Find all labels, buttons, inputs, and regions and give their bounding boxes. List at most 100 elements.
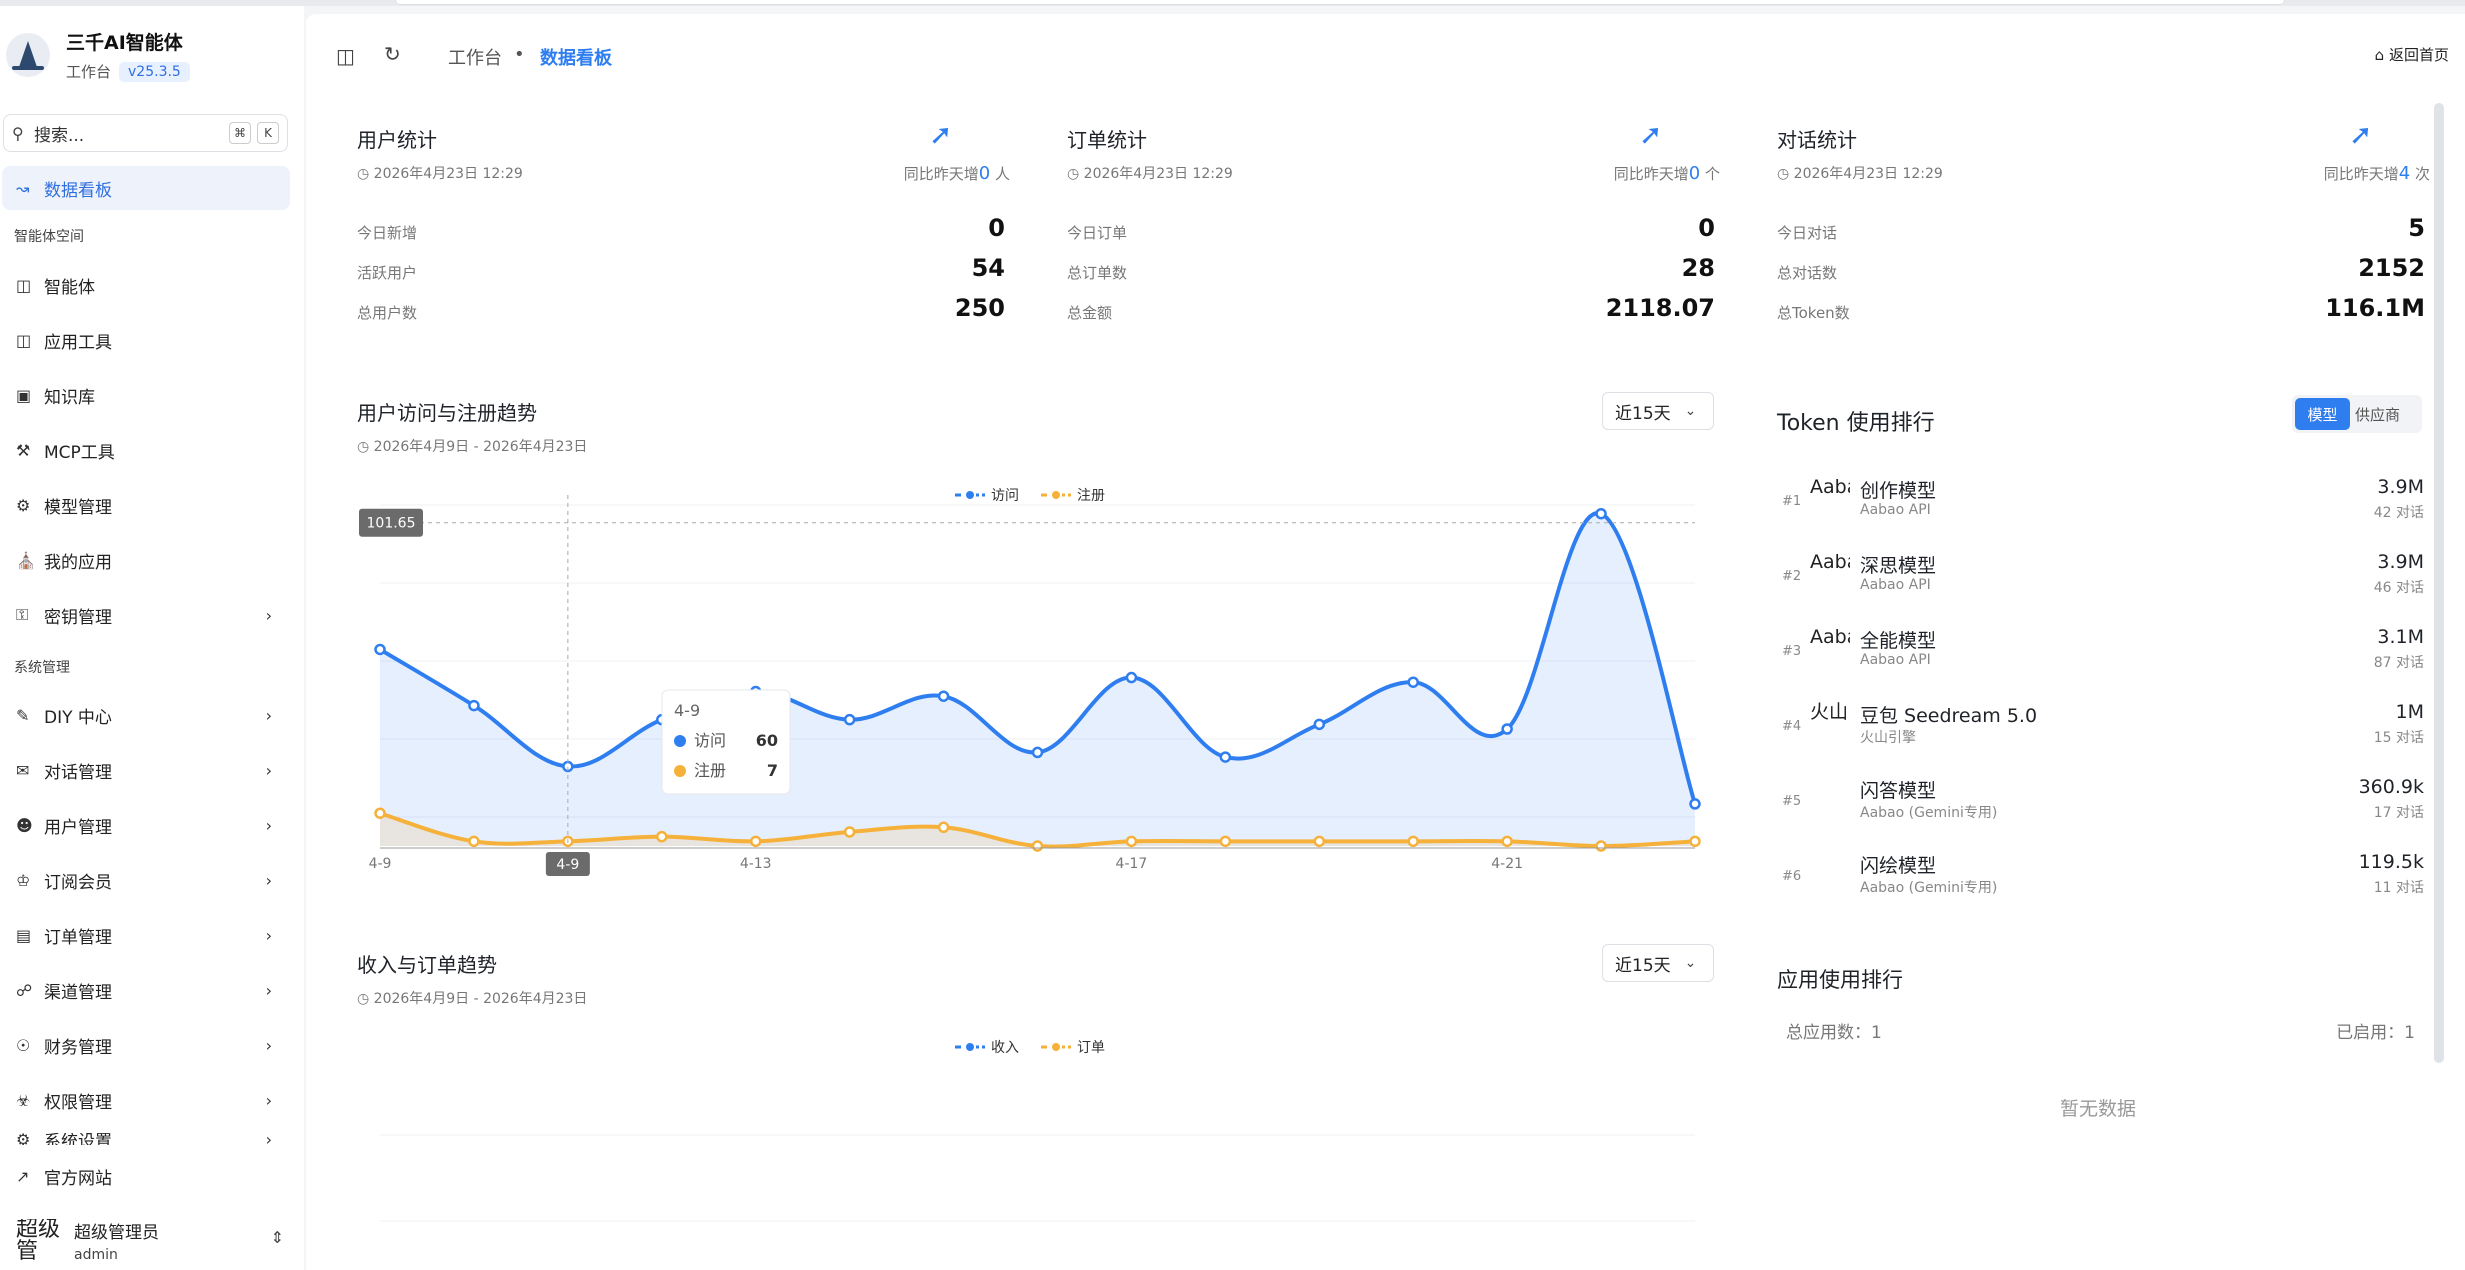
- x-tick-label: 4-17: [1116, 856, 1148, 872]
- compare-value: 0: [1688, 163, 1701, 184]
- chevron-down-icon: ⌄: [1684, 955, 1697, 971]
- chat-count: 42 对话: [2373, 505, 2424, 521]
- chart2-date-text: 2026年4月9日 - 2026年4月23日: [373, 991, 588, 1007]
- breadcrumb-workbench[interactable]: 工作台: [448, 44, 502, 70]
- legend-label: 注册: [1077, 488, 1105, 504]
- compare-prefix: 同比昨天增: [2323, 165, 2399, 183]
- model-image: Aaba: [1810, 551, 1850, 573]
- sidebar-item-settings[interactable]: ⚙ 系统设置 ›: [2, 1133, 290, 1145]
- sidebar-toggle-icon[interactable]: ◫: [336, 44, 355, 68]
- dollar-circle-icon: ☉: [16, 1035, 31, 1055]
- sidebar-item-finance[interactable]: ☉ 财务管理 ›: [2, 1023, 290, 1067]
- trending-up-icon: ➚: [2349, 118, 2373, 151]
- token-rank-item[interactable]: #1 Aaba 创作模型 Aabao API 3.9M 42 对话: [1774, 474, 2424, 534]
- legend-label: 订单: [1077, 1040, 1105, 1056]
- stat-compare: 同比昨天增0 个: [1495, 163, 1720, 184]
- user-menu[interactable]: 超级管 超级管理员 admin ⇕: [16, 1218, 296, 1264]
- chat-count: 46 对话: [2373, 580, 2424, 596]
- visits-registrations-chart[interactable]: 访问 注册4-9 4-13 4-17 4-21101.654-94-9访问 60注册 7: [340, 470, 1720, 880]
- model-provider: Aabao API: [1860, 652, 1931, 668]
- model-provider: Aabao API: [1860, 577, 1931, 593]
- cmd-key-icon: ⌘: [229, 122, 251, 144]
- tooltip-value: 60: [756, 731, 778, 750]
- refresh-icon[interactable]: ↻: [384, 42, 401, 66]
- app-total-count: 总应用数：1: [1786, 1023, 1882, 1043]
- section-label-agent: 智能体空间: [14, 229, 84, 245]
- stat-card-title: 订单统计: [1067, 128, 1147, 152]
- model-name: 深思模型: [1860, 555, 1937, 577]
- token-value: 360.9k: [2358, 776, 2424, 798]
- chevron-right-icon: ›: [265, 1090, 272, 1110]
- sidebar-item-agent[interactable]: ◫ 智能体: [2, 263, 290, 307]
- chart1-range-select[interactable]: 近15天 ⌄: [1602, 392, 1714, 430]
- chevron-right-icon: ›: [265, 815, 272, 835]
- sidebar-item-official-site[interactable]: ↗ 官方网站: [2, 1156, 290, 1196]
- sidebar-item-dashboard[interactable]: ↝ 数据看板: [2, 166, 290, 210]
- brand[interactable]: 三千AI智能体 工作台 v25.3.5: [6, 28, 190, 82]
- sailboat-logo-icon: [6, 33, 50, 77]
- chart2-range-select[interactable]: 近15天 ⌄: [1602, 944, 1714, 982]
- sidebar-item-mcp[interactable]: ⚒ MCP工具: [2, 428, 290, 472]
- model-image: Aaba: [1810, 476, 1850, 498]
- toggle-provider[interactable]: 供应商: [2350, 398, 2405, 430]
- legend-marker: [1050, 489, 1062, 501]
- search-input[interactable]: ⚲ 搜索... ⌘ K: [3, 114, 288, 152]
- clock-icon: ◷: [357, 439, 370, 455]
- revenue-orders-chart[interactable]: 收入 订单: [340, 1025, 1720, 1265]
- sidebar-item-users[interactable]: ☻ 用户管理 ›: [2, 803, 290, 847]
- clipboard-icon: ▤: [16, 925, 32, 945]
- token-rank-item[interactable]: #4 火山 豆包 Seedream 5.0 火山引擎 1M 15 对话: [1774, 699, 2424, 759]
- data-point: [749, 835, 762, 848]
- sidebar-item-label: 对话管理: [44, 762, 112, 783]
- stat-row-label: 活跃用户: [357, 264, 418, 282]
- sidebar-item-channels[interactable]: ☍ 渠道管理 ›: [2, 968, 290, 1012]
- page-scrollbar[interactable]: [2434, 103, 2444, 1063]
- chart1-title: 用户访问与注册趋势: [357, 401, 537, 425]
- stat-row-value: 5: [2408, 214, 2425, 242]
- paint-roller-icon: ✎: [16, 705, 30, 725]
- sidebar-item-subscription[interactable]: ♔ 订阅会员 ›: [2, 858, 290, 902]
- model-name: 闪绘模型: [1860, 855, 1937, 877]
- token-rank-item[interactable]: #5 闪答模型 Aabao (Gemini专用) 360.9k 17 对话: [1774, 774, 2424, 834]
- data-point: [656, 830, 668, 843]
- chevron-updown-icon: ⇕: [270, 1228, 284, 1247]
- token-rank-item[interactable]: #3 Aaba 全能模型 Aabao API 3.1M 87 对话: [1774, 624, 2424, 684]
- sidebar-item-permissions[interactable]: ☣ 权限管理 ›: [2, 1078, 290, 1122]
- sidebar-item-keys[interactable]: ⚿ 密钥管理 ›: [2, 593, 290, 637]
- back-home-button[interactable]: ⌂ 返回首页: [2375, 44, 2449, 65]
- chat-count: 11 对话: [2373, 880, 2424, 896]
- data-point: [1595, 840, 1607, 852]
- k-key: K: [257, 122, 279, 144]
- avatar: 超级管: [16, 1218, 61, 1263]
- token-value: 3.1M: [2377, 626, 2424, 648]
- stat-card-date: ◷ 2026年4月23日 12:29: [1067, 163, 1233, 183]
- sidebar-item-myapps[interactable]: ⛪ 我的应用: [2, 538, 290, 582]
- data-point: [1501, 835, 1513, 848]
- token-rank-item[interactable]: #2 Aaba 深思模型 Aabao API 3.9M 46 对话: [1774, 549, 2424, 609]
- data-point: [374, 807, 386, 819]
- toggle-model[interactable]: 模型: [2295, 398, 2350, 430]
- sidebar-item-models[interactable]: ⚙ 模型管理: [2, 483, 290, 527]
- stat-row-value: 54: [971, 254, 1005, 282]
- toolbox-icon: ◫: [16, 330, 32, 350]
- stat-row-value: 0: [1698, 214, 1715, 242]
- data-point: [374, 643, 386, 656]
- stat-card-date-text: 2026年4月23日 12:29: [1793, 166, 1943, 182]
- token-rank-item[interactable]: #6 闪绘模型 Aabao (Gemini专用) 119.5k 11 对话: [1774, 849, 2424, 909]
- sidebar-item-orders[interactable]: ▤ 订单管理 ›: [2, 913, 290, 957]
- sidebar-item-knowledge[interactable]: ▣ 知识库: [2, 373, 290, 417]
- trending-up-icon: ➚: [929, 118, 953, 151]
- data-point: [843, 713, 856, 726]
- rank-number: #1: [1782, 494, 1802, 509]
- sidebar-item-label: DIY 中心: [44, 707, 112, 728]
- line-chart-icon: ↝: [16, 178, 30, 198]
- sidebar-item-tools[interactable]: ◫ 应用工具: [2, 318, 290, 362]
- sidebar-item-diy[interactable]: ✎ DIY 中心 ›: [2, 693, 290, 737]
- back-home-label: 返回首页: [2388, 46, 2449, 64]
- sidebar-item-chat[interactable]: ✉ 对话管理 ›: [2, 748, 290, 792]
- stat-row-label: 总对话数: [1777, 264, 1838, 282]
- file-icon: ▣: [16, 385, 32, 405]
- sidebar-clip: ⚙ 系统设置 ›: [0, 1133, 300, 1145]
- home-icon: ⌂: [2374, 46, 2385, 64]
- sidebar-item-label: MCP工具: [44, 442, 115, 463]
